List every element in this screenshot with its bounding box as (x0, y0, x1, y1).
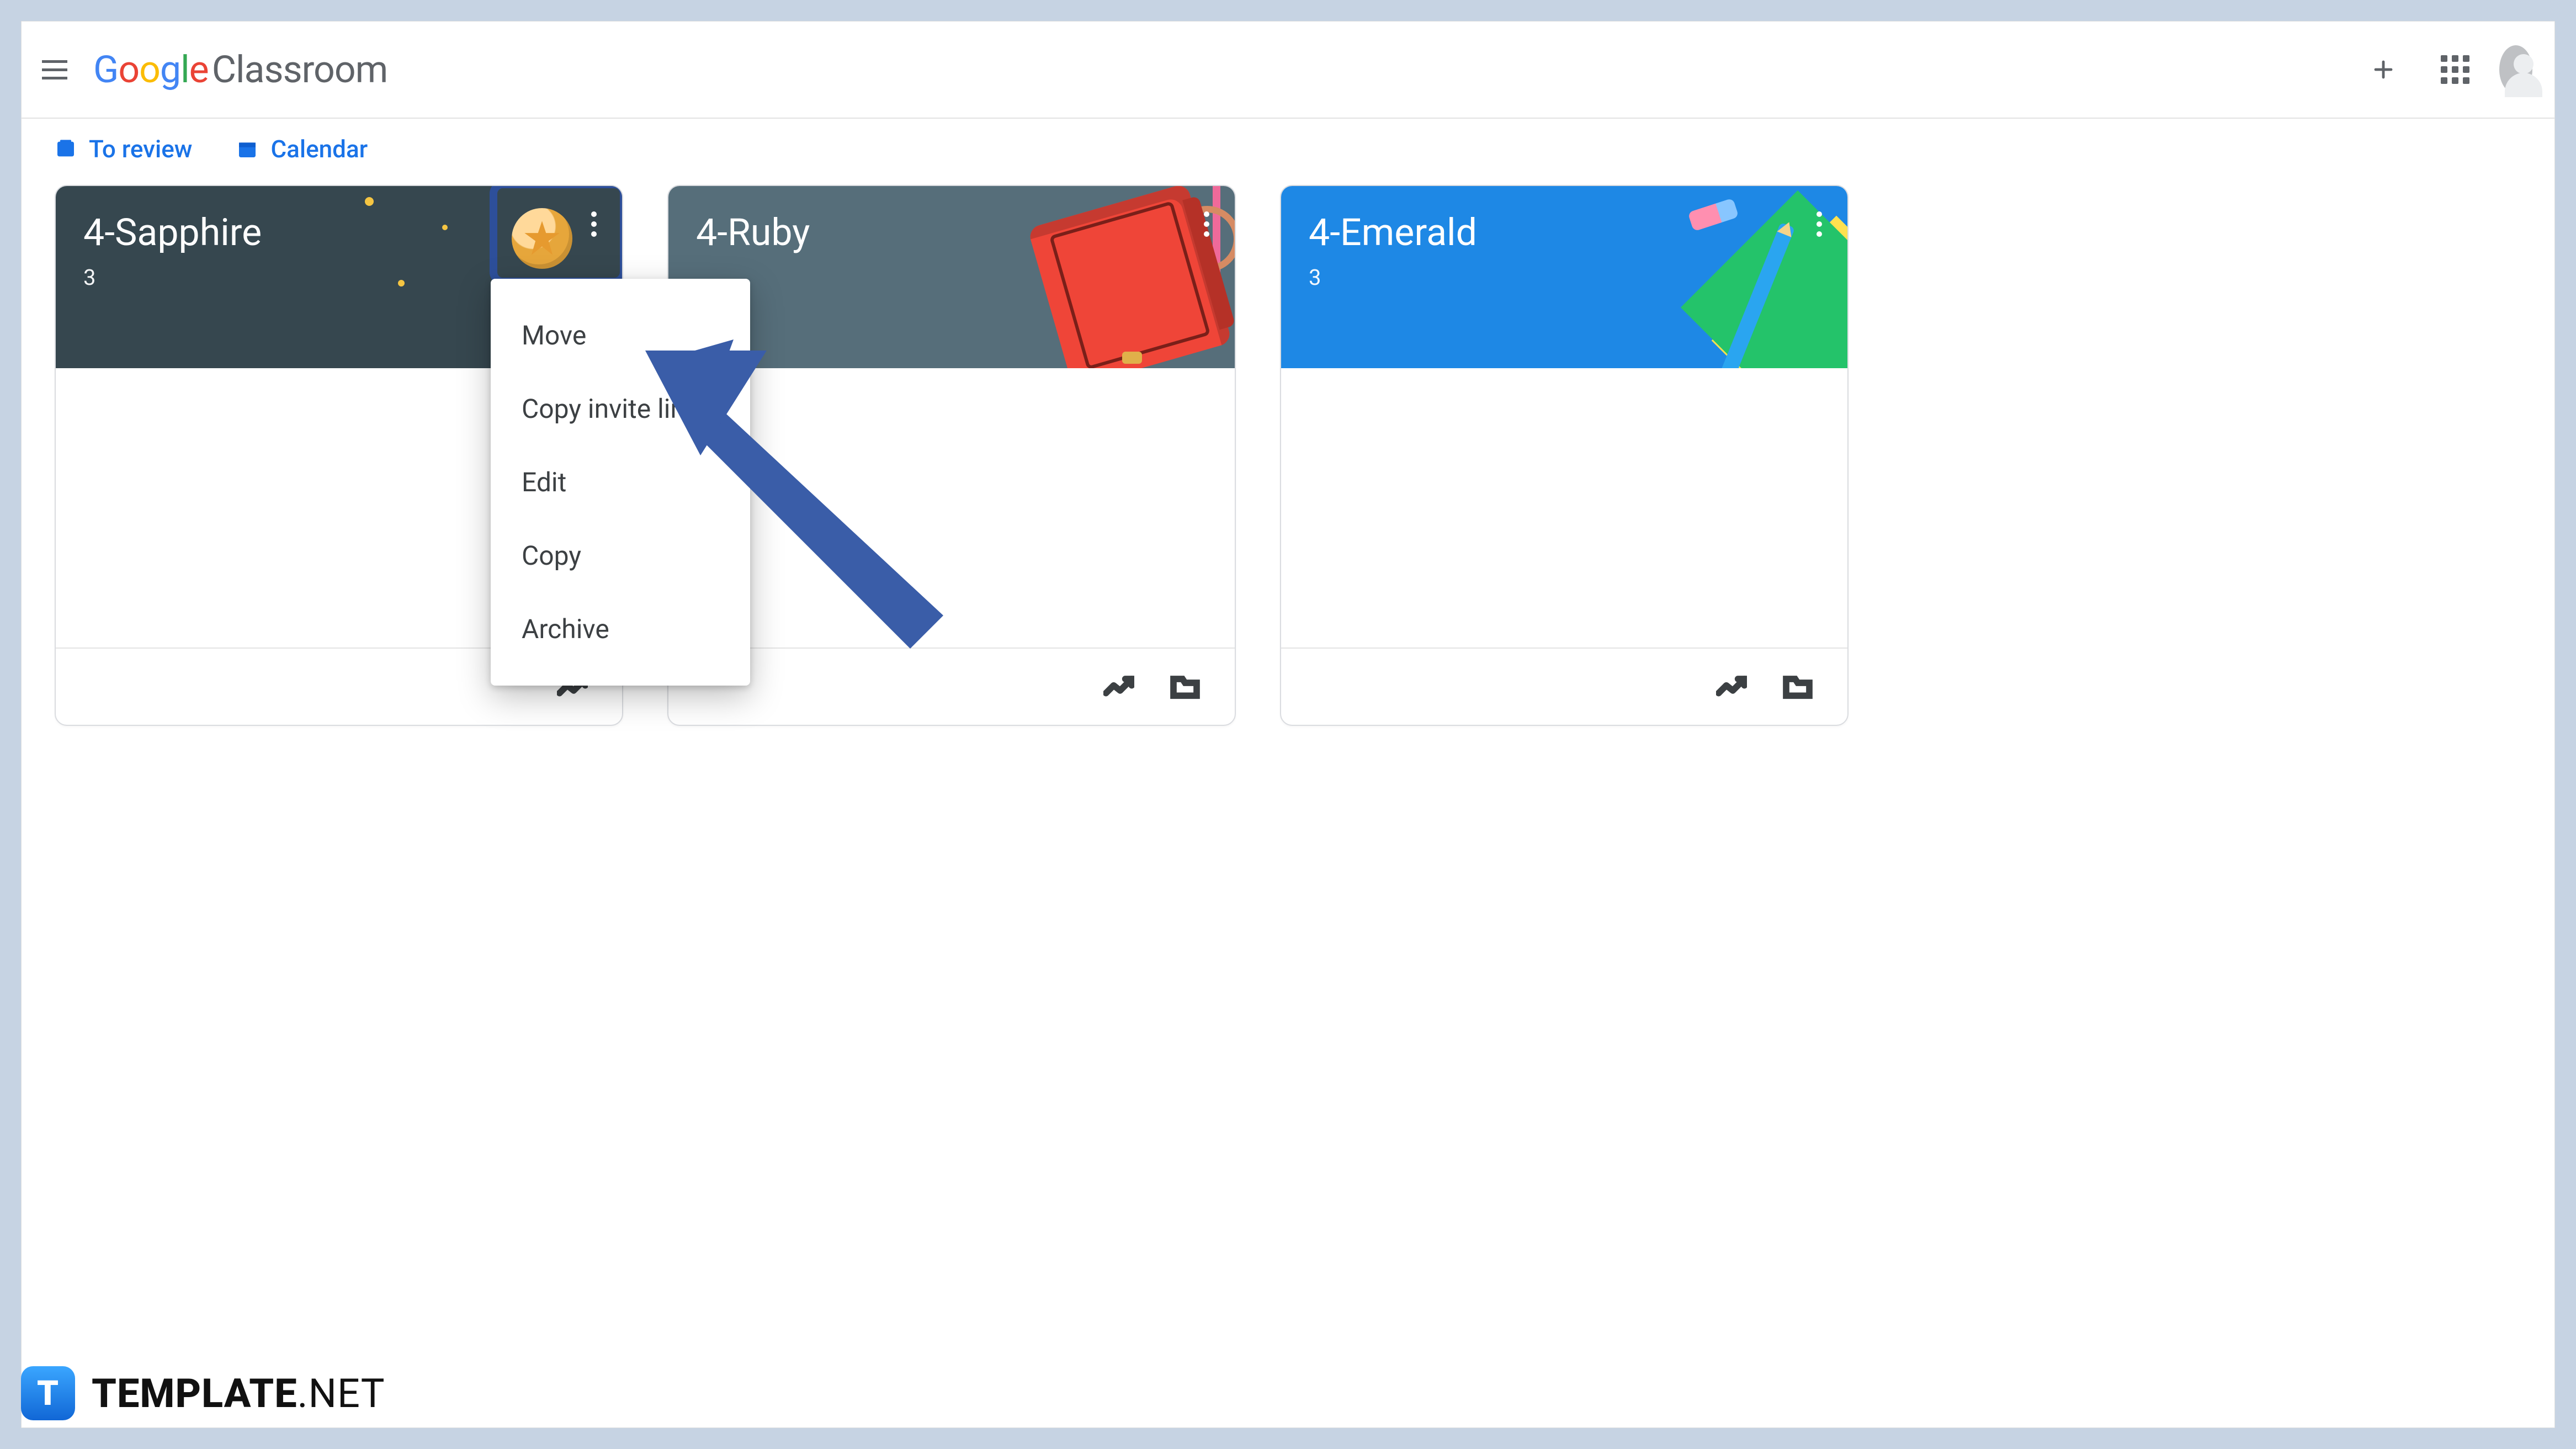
account-avatar[interactable] (2499, 53, 2532, 86)
menu-item-copy-invite-link[interactable]: Copy invite link (491, 372, 750, 445)
menu-item-copy[interactable]: Copy (491, 519, 750, 592)
card-header: 4-Ruby (668, 186, 1235, 368)
watermark-badge: T (21, 1366, 75, 1420)
product-name: Classroom (212, 47, 388, 92)
watermark: T TEMPLATE.NET (21, 1366, 385, 1420)
top-bar: Google Classroom (22, 22, 2554, 119)
class-subtitle: 3 (1309, 264, 1820, 290)
card-footer (668, 647, 1235, 725)
menu-item-archive[interactable]: Archive (491, 592, 750, 666)
calendar-icon (236, 138, 258, 160)
class-cards-row: 4-Sapphire 3 4-Ruby (22, 179, 2554, 726)
class-card-emerald[interactable]: 4-Emerald 3 (1280, 185, 1849, 726)
folder-icon[interactable] (1781, 670, 1814, 703)
app-frame: Google Classroom To review Calendar (21, 21, 2555, 1428)
class-card-ruby[interactable]: 4-Ruby (667, 185, 1236, 726)
create-class-button[interactable] (2367, 53, 2400, 86)
main-menu-button[interactable] (38, 53, 71, 86)
app-logo: Google Classroom (93, 47, 387, 92)
card-header: 4-Emerald 3 (1281, 186, 1847, 368)
assignment-icon (55, 138, 77, 160)
apps-grid-icon (2441, 55, 2469, 84)
card-more-button[interactable] (1193, 210, 1220, 238)
avatar-icon (2499, 45, 2532, 94)
card-more-button[interactable] (1805, 210, 1833, 238)
menu-item-edit[interactable]: Edit (491, 445, 750, 519)
to-review-link[interactable]: To review (55, 135, 192, 163)
card-footer (1281, 647, 1847, 725)
google-apps-button[interactable] (2439, 53, 2472, 86)
annotation-highlight (490, 186, 622, 285)
folder-icon[interactable] (1169, 670, 1202, 703)
calendar-link[interactable]: Calendar (236, 135, 368, 163)
watermark-tld: .NET (298, 1370, 385, 1417)
menu-item-move[interactable]: Move (491, 299, 750, 372)
to-review-label: To review (89, 135, 192, 163)
calendar-label: Calendar (270, 135, 368, 163)
sub-nav: To review Calendar (22, 119, 2554, 179)
watermark-brand: TEMPLATE (92, 1370, 298, 1417)
trending-icon[interactable] (1715, 670, 1748, 703)
trending-icon[interactable] (1102, 670, 1135, 703)
card-actions-menu: Move Copy invite link Edit Copy Archive (491, 279, 750, 686)
